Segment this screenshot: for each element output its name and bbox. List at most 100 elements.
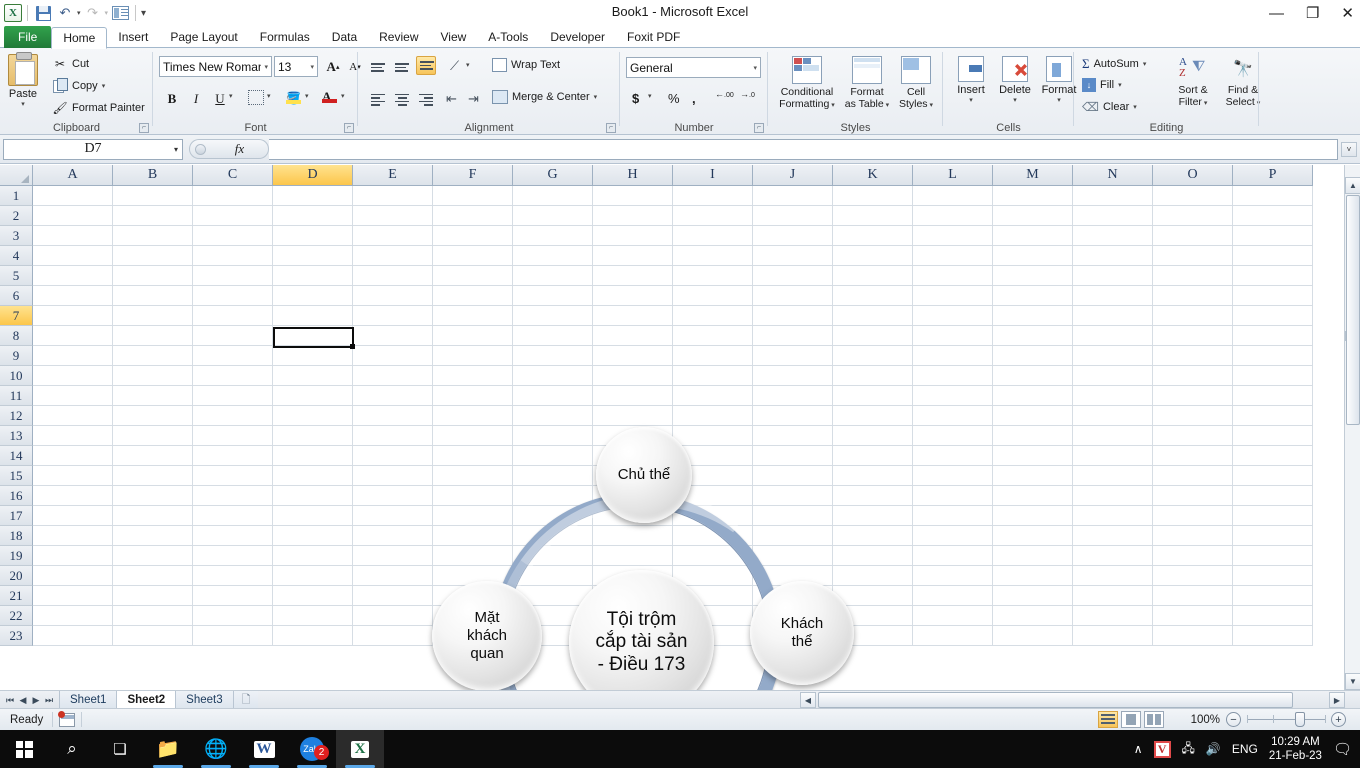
windows-taskbar[interactable]: ⌕ ❏ 📁 🌐 W Zalo 2 X ∧ V 🖧 🔊 ENG 10:29 AM … xyxy=(0,730,1360,768)
percent-button[interactable]: % xyxy=(664,88,684,108)
cell-P11[interactable] xyxy=(1233,386,1313,406)
increase-indent-icon[interactable]: ⇥ xyxy=(468,91,479,107)
last-sheet-button[interactable]: ⏭ xyxy=(43,695,55,706)
cell-C17[interactable] xyxy=(193,506,273,526)
cell-B12[interactable] xyxy=(113,406,193,426)
taskbar-item-microsoft-word[interactable]: W xyxy=(240,730,288,768)
insert-function-button[interactable]: fx xyxy=(211,139,269,159)
cell-I2[interactable] xyxy=(673,206,753,226)
cell-A16[interactable] xyxy=(33,486,113,506)
cell-N11[interactable] xyxy=(1073,386,1153,406)
cell-C5[interactable] xyxy=(193,266,273,286)
taskbar-clock[interactable]: 10:29 AM 21-Feb-23 xyxy=(1269,735,1322,763)
cell-J11[interactable] xyxy=(753,386,833,406)
cell-L7[interactable] xyxy=(913,306,993,326)
cell-I10[interactable] xyxy=(673,366,753,386)
next-sheet-button[interactable]: ▶ xyxy=(30,695,42,706)
zoom-track[interactable] xyxy=(1247,712,1326,727)
name-box-dropdown-icon[interactable]: ▾ xyxy=(174,145,178,154)
cell-F5[interactable] xyxy=(433,266,513,286)
cell-M17[interactable] xyxy=(993,506,1073,526)
cell-M22[interactable] xyxy=(993,606,1073,626)
search-button[interactable]: ⌕ xyxy=(48,730,96,768)
fill-color-icon[interactable]: 🪣 xyxy=(286,89,301,105)
view-buttons[interactable] xyxy=(1098,711,1164,728)
cell-B1[interactable] xyxy=(113,186,193,206)
cell-F6[interactable] xyxy=(433,286,513,306)
cell-B23[interactable] xyxy=(113,626,193,646)
cell-P10[interactable] xyxy=(1233,366,1313,386)
cell-N23[interactable] xyxy=(1073,626,1153,646)
cell-A15[interactable] xyxy=(33,466,113,486)
scroll-up-button[interactable]: ▲ xyxy=(1345,177,1360,194)
cell-O8[interactable] xyxy=(1153,326,1233,346)
cell-L3[interactable] xyxy=(913,226,993,246)
cell-C22[interactable] xyxy=(193,606,273,626)
cell-J7[interactable] xyxy=(753,306,833,326)
cell-B6[interactable] xyxy=(113,286,193,306)
cell-B22[interactable] xyxy=(113,606,193,626)
cell-D14[interactable] xyxy=(273,446,353,466)
sheet-tab-bar[interactable]: ⏮ ◀ ▶ ⏭ Sheet1 Sheet2 Sheet3 🗋 ◀ ▶ xyxy=(0,690,1360,709)
cell-M9[interactable] xyxy=(993,346,1073,366)
cell-H2[interactable] xyxy=(593,206,673,226)
cell-B11[interactable] xyxy=(113,386,193,406)
cell-K5[interactable] xyxy=(833,266,913,286)
cell-A13[interactable] xyxy=(33,426,113,446)
cell-I4[interactable] xyxy=(673,246,753,266)
cell-D6[interactable] xyxy=(273,286,353,306)
bold-button[interactable]: B xyxy=(161,88,183,109)
sheet-tab-sheet3[interactable]: Sheet3 xyxy=(175,691,233,709)
align-bottom-button[interactable] xyxy=(416,56,436,75)
cell-P21[interactable] xyxy=(1233,586,1313,606)
align-middle-button[interactable] xyxy=(392,58,412,77)
cell-E19[interactable] xyxy=(353,546,433,566)
normal-view-icon[interactable] xyxy=(1098,711,1118,728)
cell-D19[interactable] xyxy=(273,546,353,566)
worksheet-grid[interactable]: ABCDEFGHIJKLMNOP 1 2 3 4 5 6 7 8 9 10 11 12 13 14 15 16… xyxy=(0,165,1360,690)
volume-icon[interactable]: 🔊 xyxy=(1206,742,1221,756)
cell-L12[interactable] xyxy=(913,406,993,426)
column-header-K[interactable]: K xyxy=(833,165,913,186)
cell-P22[interactable] xyxy=(1233,606,1313,626)
formula-bar-buttons[interactable]: fx xyxy=(189,139,269,159)
cell-N10[interactable] xyxy=(1073,366,1153,386)
align-top-button[interactable] xyxy=(368,58,388,77)
cell-C18[interactable] xyxy=(193,526,273,546)
row-header-10[interactable]: 10 xyxy=(0,366,33,386)
row-header-6[interactable]: 6 xyxy=(0,286,33,306)
cell-E16[interactable] xyxy=(353,486,433,506)
column-header-F[interactable]: F xyxy=(433,165,513,186)
cell-O11[interactable] xyxy=(1153,386,1233,406)
cell-K8[interactable] xyxy=(833,326,913,346)
smartart-node-left[interactable]: Mặt khách quan xyxy=(432,581,542,690)
cell-M15[interactable] xyxy=(993,466,1073,486)
cell-D21[interactable] xyxy=(273,586,353,606)
font-name-input[interactable]: Times New Roman ▾ xyxy=(159,56,272,77)
row-header-7[interactable]: 7 xyxy=(0,306,33,326)
decrease-decimal-button[interactable]: →.0 xyxy=(740,89,755,99)
font-name-dropdown-icon[interactable]: ▾ xyxy=(261,63,268,71)
cell-I11[interactable] xyxy=(673,386,753,406)
cell-B17[interactable] xyxy=(113,506,193,526)
row-header-16[interactable]: 16 xyxy=(0,486,33,506)
page-break-view-icon[interactable] xyxy=(1144,711,1164,728)
ribbon-tab-developer[interactable]: Developer xyxy=(539,26,616,48)
cell-A10[interactable] xyxy=(33,366,113,386)
sheet-tab-list[interactable]: Sheet1 Sheet2 Sheet3 xyxy=(59,691,233,709)
cell-H7[interactable] xyxy=(593,306,673,326)
cell-O15[interactable] xyxy=(1153,466,1233,486)
cell-D2[interactable] xyxy=(273,206,353,226)
cell-M20[interactable] xyxy=(993,566,1073,586)
cell-J6[interactable] xyxy=(753,286,833,306)
cell-A23[interactable] xyxy=(33,626,113,646)
smartart-node-top[interactable]: Chủ thể xyxy=(596,427,692,523)
column-header-E[interactable]: E xyxy=(353,165,433,186)
cell-M11[interactable] xyxy=(993,386,1073,406)
cell-L4[interactable] xyxy=(913,246,993,266)
cell-D22[interactable] xyxy=(273,606,353,626)
cell-A7[interactable] xyxy=(33,306,113,326)
clear-dropdown-icon[interactable]: ▾ xyxy=(1133,103,1137,111)
cell-L5[interactable] xyxy=(913,266,993,286)
row-header-13[interactable]: 13 xyxy=(0,426,33,446)
